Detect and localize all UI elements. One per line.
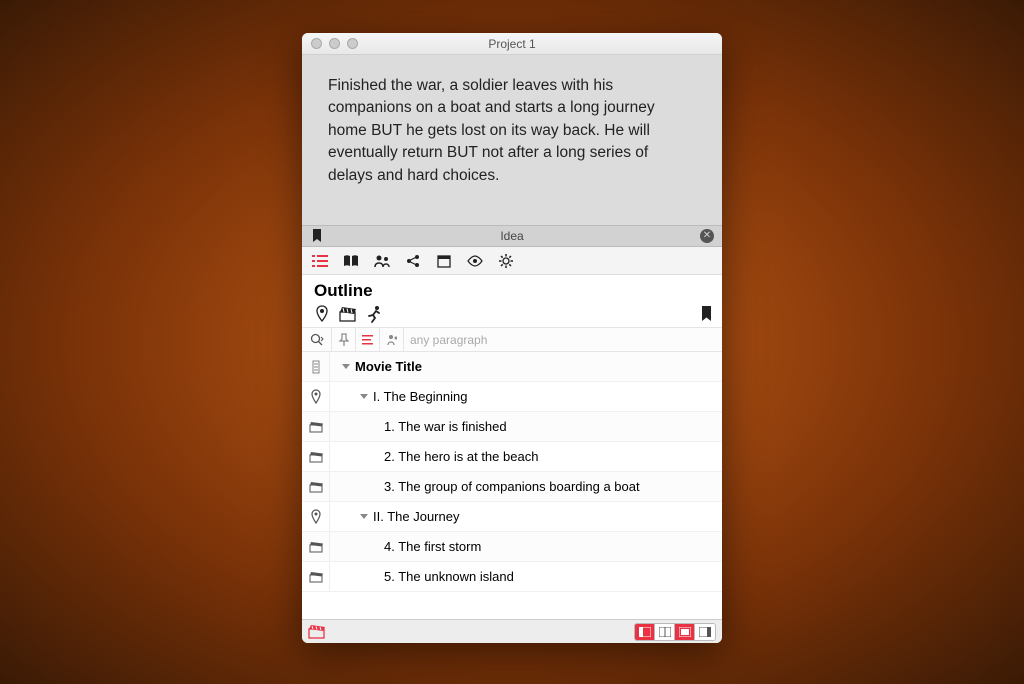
- row-label: 3. The group of companions boarding a bo…: [384, 479, 640, 494]
- location-icon[interactable]: [312, 305, 332, 323]
- people-icon[interactable]: [374, 253, 390, 269]
- tree-row-scene[interactable]: 4. The first storm: [302, 532, 722, 562]
- gear-icon[interactable]: [498, 253, 514, 269]
- titlebar: Project 1: [302, 33, 722, 55]
- tree-row-act[interactable]: II. The Journey: [302, 502, 722, 532]
- clapper-icon: [302, 412, 330, 441]
- tree-row-act[interactable]: I. The Beginning: [302, 382, 722, 412]
- row-label: 2. The hero is at the beach: [384, 449, 538, 464]
- tree-row-scene[interactable]: 2. The hero is at the beach: [302, 442, 722, 472]
- location-icon: [302, 382, 330, 411]
- section-title: Outline: [302, 275, 722, 303]
- running-icon[interactable]: [364, 305, 384, 323]
- row-type-icon: [302, 352, 330, 381]
- disclosure-triangle-icon[interactable]: [360, 394, 368, 399]
- view-mode-segmented: [634, 623, 716, 641]
- clapper-icon: [302, 442, 330, 471]
- location-icon: [302, 502, 330, 531]
- footer-bar: [302, 619, 722, 643]
- window-close-button[interactable]: [311, 38, 322, 49]
- book-icon[interactable]: [343, 253, 359, 269]
- outline-view-icon[interactable]: [312, 253, 328, 269]
- window-minimize-button[interactable]: [329, 38, 340, 49]
- search-icon[interactable]: [302, 328, 332, 351]
- view-left-panel-button[interactable]: [635, 624, 655, 640]
- row-label: 1. The war is finished: [384, 419, 507, 434]
- disclosure-triangle-icon[interactable]: [342, 364, 350, 369]
- idea-section-bar: Idea ✕: [302, 225, 722, 247]
- bookmark-icon[interactable]: [701, 306, 712, 322]
- app-window: Project 1 Finished the war, a soldier le…: [302, 33, 722, 643]
- close-icon[interactable]: ✕: [700, 229, 714, 243]
- pin-icon[interactable]: [332, 328, 356, 351]
- calendar-icon[interactable]: [436, 253, 452, 269]
- share-icon[interactable]: [405, 253, 421, 269]
- row-label: 5. The unknown island: [384, 569, 514, 584]
- tree-row-scene[interactable]: 5. The unknown island: [302, 562, 722, 592]
- mode-toolbar: [302, 303, 722, 328]
- clapper-icon: [302, 532, 330, 561]
- window-title: Project 1: [302, 37, 722, 51]
- filter-placeholder[interactable]: any paragraph: [404, 333, 487, 347]
- view-right-panel-button[interactable]: [695, 624, 715, 640]
- view-card-button[interactable]: [675, 624, 695, 640]
- view-split-button[interactable]: [655, 624, 675, 640]
- eye-icon[interactable]: [467, 253, 483, 269]
- row-label: Movie Title: [355, 359, 422, 374]
- window-zoom-button[interactable]: [347, 38, 358, 49]
- idea-section-label: Idea: [302, 229, 722, 243]
- outline-tree[interactable]: Movie Title I. The Beginning 1. The war …: [302, 352, 722, 619]
- tree-row-title[interactable]: Movie Title: [302, 352, 722, 382]
- row-label: 4. The first storm: [384, 539, 481, 554]
- tree-row-scene[interactable]: 3. The group of companions boarding a bo…: [302, 472, 722, 502]
- character-filter-icon[interactable]: [380, 328, 404, 351]
- clapper-icon[interactable]: [308, 624, 326, 639]
- row-label: I. The Beginning: [373, 389, 467, 404]
- idea-text-pane[interactable]: Finished the war, a soldier leaves with …: [302, 55, 722, 225]
- tree-row-scene[interactable]: 1. The war is finished: [302, 412, 722, 442]
- filter-bar: any paragraph: [302, 328, 722, 352]
- clapper-icon: [302, 472, 330, 501]
- paragraph-filter-icon[interactable]: [356, 328, 380, 351]
- disclosure-triangle-icon[interactable]: [360, 514, 368, 519]
- idea-text: Finished the war, a soldier leaves with …: [328, 77, 655, 184]
- clapper-icon[interactable]: [338, 305, 358, 323]
- main-toolbar: [302, 247, 722, 275]
- row-label: II. The Journey: [373, 509, 459, 524]
- clapper-icon: [302, 562, 330, 591]
